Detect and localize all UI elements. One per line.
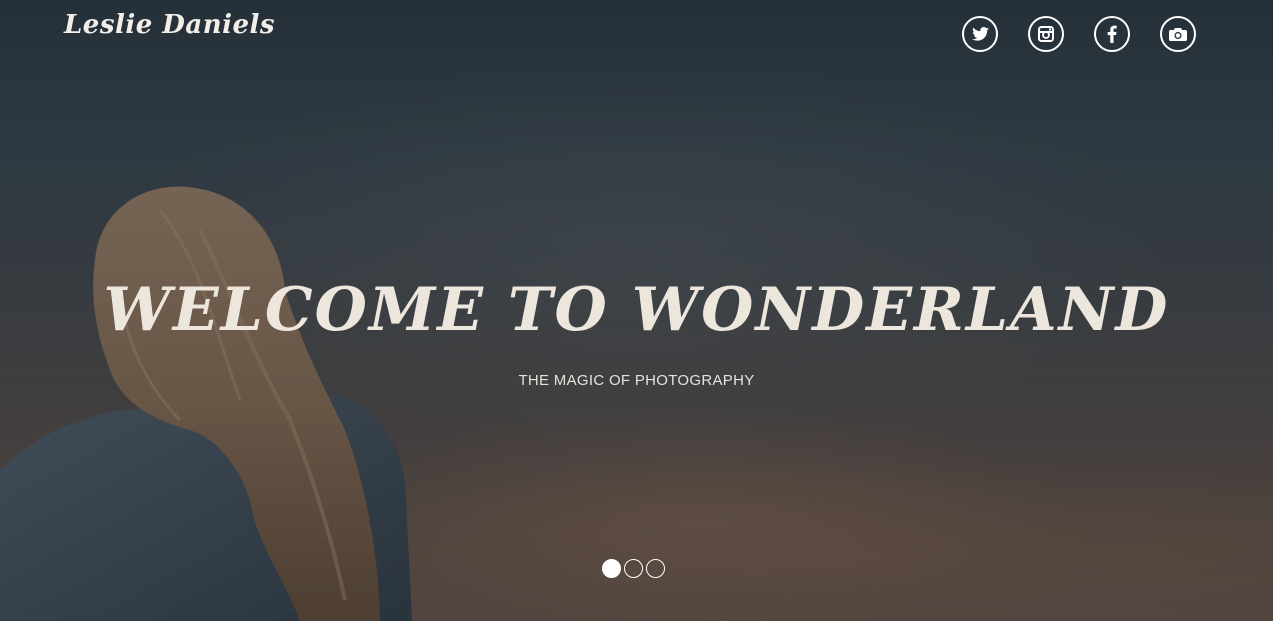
camera-icon [1169,27,1187,41]
hero-title: WELCOME TO WONDERLAND [103,275,1170,345]
twitter-icon [971,27,989,41]
camera-button[interactable] [1160,16,1196,52]
instagram-button[interactable] [1028,16,1064,52]
instagram-icon [1038,26,1054,42]
social-links [962,16,1196,52]
twitter-button[interactable] [962,16,998,52]
slider-pagination [602,559,665,578]
slide-dot-1[interactable] [602,559,621,578]
brand-logo[interactable]: Leslie Daniels [64,10,275,40]
hero-section: Leslie Daniels WELCOME TO WONDERLAND THE… [0,0,1273,621]
slide-dot-2[interactable] [624,559,643,578]
facebook-icon [1107,25,1117,43]
hero-subtitle: THE MAGIC OF PHOTOGRAPHY [518,372,755,389]
facebook-button[interactable] [1094,16,1130,52]
slide-dot-3[interactable] [646,559,665,578]
